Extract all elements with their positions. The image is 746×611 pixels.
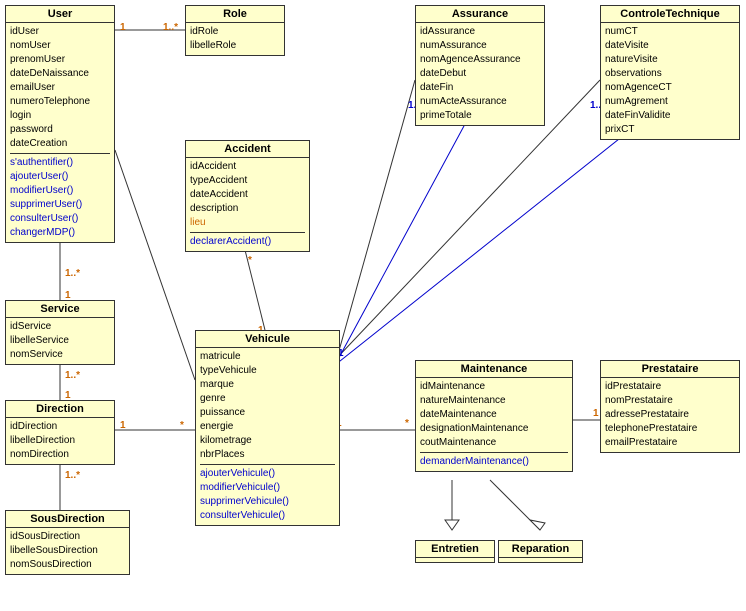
class-direction-body: idDirection libelleDirection nomDirectio… [6,418,114,464]
class-role: Role idRole libelleRole [185,5,285,56]
class-assurance-body: idAssurance numAssurance nomAgenceAssura… [416,23,544,125]
class-direction: Direction idDirection libelleDirection n… [5,400,115,465]
class-maintenance: Maintenance idMaintenance natureMaintena… [415,360,573,472]
class-service-body: idService libelleService nomService [6,318,114,364]
class-reparation: Reparation [498,540,583,563]
mult-acc-veh-1: * [248,255,252,266]
mult-dir-sousdir-1: 1..* [65,470,80,481]
mult-maint-prest-2: 1 [593,408,599,419]
class-assurance: Assurance idAssurance numAssurance nomAg… [415,5,545,126]
class-prestataire: Prestataire idPrestataire nomPrestataire… [600,360,740,453]
class-prestataire-title: Prestataire [601,361,739,378]
class-sous-direction: SousDirection idSousDirection libelleSou… [5,510,130,575]
class-entretien-body [416,558,494,562]
class-maintenance-title: Maintenance [416,361,572,378]
class-maintenance-body: idMaintenance natureMaintenance dateMain… [416,378,572,471]
class-direction-title: Direction [6,401,114,418]
class-vehicule: Vehicule matricule typeVehicule marque g… [195,330,340,526]
class-role-body: idRole libelleRole [186,23,284,55]
class-controle-technique: ControleTechnique numCT dateVisite natur… [600,5,740,140]
class-service: Service idService libelleService nomServ… [5,300,115,365]
class-assurance-title: Assurance [416,6,544,23]
class-user: User idUser nomUser prenomUser dateDeNai… [5,5,115,243]
class-accident: Accident idAccident typeAccident dateAcc… [185,140,310,252]
class-vehicule-body: matricule typeVehicule marque genre puis… [196,348,339,525]
mult-user-service-1: 1..* [65,268,80,279]
class-ct-title: ControleTechnique [601,6,739,23]
class-entretien: Entretien [415,540,495,563]
class-ct-body: numCT dateVisite natureVisite observatio… [601,23,739,139]
class-role-title: Role [186,6,284,23]
class-reparation-body [499,558,582,562]
mult-veh-maint-2: * [405,418,409,429]
class-sous-direction-title: SousDirection [6,511,129,528]
class-sous-direction-body: idSousDirection libelleSousDirection nom… [6,528,129,574]
diagram-container: 1 1..* 1..* 1 1..* 1 1..* 1 * 1 * * 1 1 … [0,0,746,611]
class-reparation-title: Reparation [499,541,582,558]
class-accident-title: Accident [186,141,309,158]
class-user-body: idUser nomUser prenomUser dateDeNaissanc… [6,23,114,242]
mult-dir-veh-1: 1 [120,420,126,431]
mult-user-role-1: 1 [120,22,126,33]
class-prestataire-body: idPrestataire nomPrestataire adressePres… [601,378,739,452]
class-user-title: User [6,6,114,23]
class-entretien-title: Entretien [416,541,494,558]
mult-dir-veh-2: * [180,420,184,431]
mult-service-dir-1: 1..* [65,370,80,381]
class-service-title: Service [6,301,114,318]
class-vehicule-title: Vehicule [196,331,339,348]
mult-user-role-2: 1..* [163,22,178,33]
class-accident-body: idAccident typeAccident dateAccident des… [186,158,309,251]
